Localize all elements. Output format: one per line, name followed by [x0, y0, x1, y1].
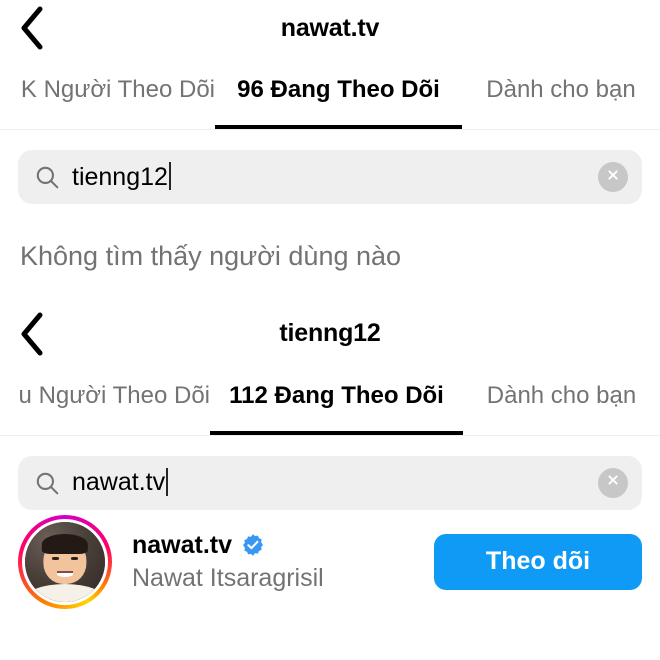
search-input-1[interactable]: tienng12: [18, 150, 642, 204]
text-caret-2: [166, 467, 169, 496]
verified-badge-icon: [241, 533, 265, 557]
avatar-story-ring[interactable]: [18, 514, 112, 609]
clear-search-button-2[interactable]: [598, 467, 628, 498]
result-username: nawat.tv: [132, 530, 233, 559]
back-button-2[interactable]: [8, 306, 56, 362]
tab-following-1[interactable]: 96 Đang Theo Dõi: [215, 56, 462, 129]
follow-button[interactable]: Theo dõi: [434, 533, 642, 590]
page-title-2: tienng12: [279, 319, 381, 348]
tab-label: u Người Theo Dõi: [18, 381, 210, 409]
avatar-hair: [41, 533, 89, 555]
tab-followers-1[interactable]: K Người Theo Dõi: [0, 56, 215, 129]
navbar-1: nawat.tv: [0, 0, 660, 56]
tab-for-you-1[interactable]: Dành cho bạn: [462, 56, 660, 129]
close-icon: [605, 472, 621, 493]
back-button-1[interactable]: [8, 0, 56, 56]
tab-following-2[interactable]: 112 Đang Theo Dõi: [210, 362, 463, 435]
result-username-row: nawat.tv: [132, 531, 434, 560]
search-result-row[interactable]: nawat.tv Nawat Itsaragrisil Theo dõi: [0, 510, 660, 609]
tab-label: 96 Đang Theo Dõi: [237, 76, 440, 103]
result-fullname: Nawat Itsaragrisil: [132, 563, 324, 592]
empty-state-message-1: Không tìm thấy người dùng nào: [20, 241, 402, 271]
tabbar-1: K Người Theo Dõi 96 Đang Theo Dõi Dành c…: [0, 56, 660, 130]
chevron-left-icon: [19, 6, 45, 50]
active-tab-underline: [210, 430, 463, 435]
clear-search-button-1[interactable]: [598, 162, 628, 192]
section-tienng12-following: tienng12 u Người Theo Dõi 112 Đang Theo …: [0, 305, 660, 609]
search-container-1: tienng12: [0, 130, 660, 204]
instagram-search-screen: nawat.tv K Người Theo Dõi 96 Đang Theo D…: [0, 0, 660, 660]
search-input-2[interactable]: nawat.tv: [18, 455, 642, 510]
close-icon: [605, 167, 621, 188]
tab-label: Dành cho bạn: [486, 381, 637, 409]
tab-label: 112 Đang Theo Dõi: [229, 381, 444, 409]
search-value-2: nawat.tv: [72, 468, 166, 497]
tab-label: Dành cho bạn: [486, 76, 636, 103]
search-icon: [34, 164, 60, 190]
avatar-eye-right: [71, 556, 78, 560]
search-icon: [34, 470, 60, 496]
text-caret-1: [168, 162, 171, 190]
tab-followers-2[interactable]: u Người Theo Dõi: [0, 362, 210, 435]
avatar: [22, 518, 108, 605]
avatar-mouth: [57, 571, 73, 577]
search-value-1: tienng12: [72, 162, 168, 191]
tabbar-2: u Người Theo Dõi 112 Đang Theo Dõi Dành …: [0, 362, 660, 436]
active-tab-underline: [215, 125, 462, 129]
section-nawat-following: nawat.tv K Người Theo Dõi 96 Đang Theo D…: [0, 0, 660, 272]
page-title-1: nawat.tv: [280, 13, 380, 42]
result-info: nawat.tv Nawat Itsaragrisil: [112, 531, 434, 593]
tab-for-you-2[interactable]: Dành cho bạn: [463, 362, 660, 435]
avatar-eye-left: [52, 556, 59, 560]
chevron-left-icon: [19, 312, 45, 356]
navbar-2: tienng12: [0, 305, 660, 362]
tab-label: K Người Theo Dõi: [20, 76, 215, 103]
search-container-2: nawat.tv: [0, 435, 660, 510]
